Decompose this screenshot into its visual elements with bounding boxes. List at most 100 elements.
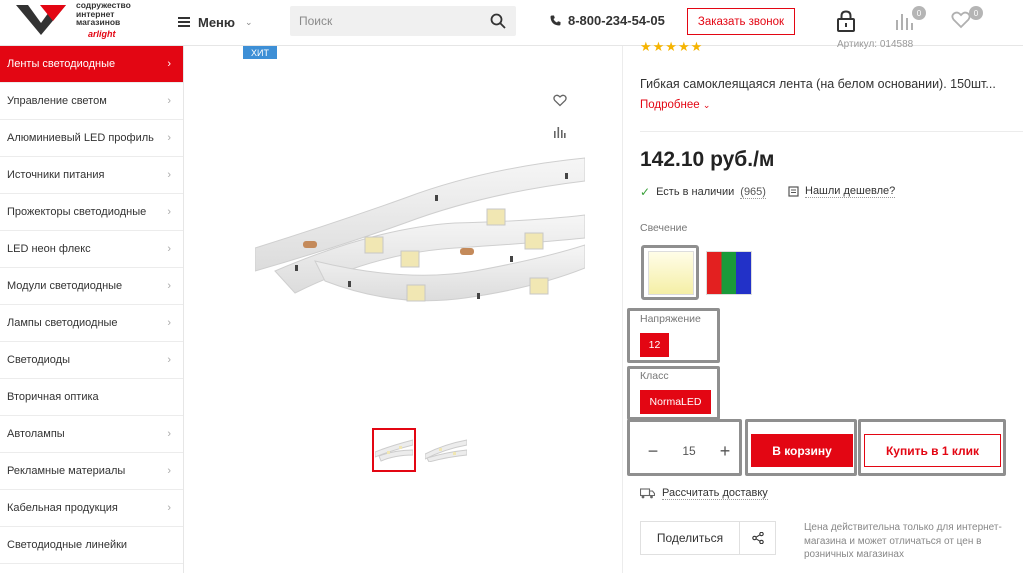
document-icon	[788, 186, 799, 197]
sidebar-item-label: Модули светодиодные	[7, 280, 123, 292]
sidebar-item-label: Рекламные материалы	[7, 465, 126, 477]
sidebar-item-label: Управление светом	[7, 95, 107, 107]
compare-icon	[896, 14, 913, 30]
phone-number: 8-800-234-54-05	[568, 13, 665, 28]
class-option-normaled[interactable]: NormaLED	[640, 390, 711, 414]
sidebar-item-auto-lamps[interactable]: Автолампы ›	[0, 416, 183, 453]
search-box	[290, 6, 516, 36]
quantity-value[interactable]: 15	[682, 444, 695, 458]
compare-count-badge: 0	[912, 6, 926, 20]
sidebar-item-label: Лампы светодиодные	[7, 317, 118, 329]
sidebar-item-label: Прожекторы светодиодные	[7, 206, 147, 218]
voltage-option-12[interactable]: 12	[640, 333, 669, 357]
delivery-calc-link[interactable]: Рассчитать доставку	[640, 487, 768, 500]
add-to-cart-button[interactable]: В корзину	[751, 434, 853, 467]
sidebar-item-modules[interactable]: Модули светодиодные ›	[0, 268, 183, 305]
search-icon[interactable]	[490, 13, 506, 29]
chevron-right-icon: ›	[167, 169, 171, 181]
sidebar-item-label: Светодиодные линейки	[7, 539, 128, 551]
share-icon-button[interactable]	[739, 522, 775, 554]
hamburger-icon	[178, 17, 190, 27]
more-label: Подробнее	[640, 99, 700, 111]
sidebar-item-label: LED неон флекс	[7, 243, 91, 255]
buy-one-click-button[interactable]: Купить в 1 клик	[864, 434, 1001, 467]
logo-text: содружество интернет магазинов	[76, 1, 131, 27]
phone[interactable]: 8-800-234-54-05	[550, 13, 665, 28]
glow-label: Свечение	[640, 222, 688, 234]
class-label: Класс	[640, 370, 669, 382]
phone-icon	[550, 15, 561, 26]
sidebar-item-neon-flex[interactable]: LED неон флекс ›	[0, 231, 183, 268]
chevron-down-icon: ⌄	[245, 16, 253, 27]
plus-icon[interactable]: +	[712, 442, 738, 460]
quantity-stepper[interactable]: − 15 +	[640, 433, 738, 469]
swatch-rgb[interactable]	[706, 251, 752, 295]
logo-brand: arlight	[88, 29, 116, 39]
menu-button[interactable]: Меню ⌄	[178, 12, 253, 32]
callback-button[interactable]: Заказать звонок	[687, 8, 795, 35]
thumbnail-2[interactable]	[424, 428, 468, 472]
voltage-label: Напряжение	[640, 313, 701, 325]
product-description: Гибкая самоклеящаяся лента (на белом осн…	[640, 77, 996, 91]
share-icon	[751, 532, 764, 544]
minus-icon[interactable]: −	[640, 442, 666, 460]
chevron-right-icon: ›	[167, 58, 171, 70]
sidebar-item-label: Кабельная продукция	[7, 502, 118, 514]
sidebar-item-light-control[interactable]: Управление светом ›	[0, 83, 183, 120]
compare-link[interactable]: 0	[894, 6, 926, 32]
divider	[622, 46, 623, 573]
search-input[interactable]	[290, 6, 480, 36]
menu-label: Меню	[198, 14, 236, 30]
rating-stars: ★★★★★	[640, 39, 704, 54]
logo-icon	[16, 5, 66, 35]
thumbnail-1[interactable]	[372, 428, 416, 472]
sidebar-item-label: Вторичная оптика	[7, 391, 99, 403]
chevron-right-icon: ›	[167, 95, 171, 107]
sidebar-item-label: Источники питания	[7, 169, 105, 181]
found-cheaper-link[interactable]: Нашли дешевле?	[788, 185, 896, 198]
chevron-right-icon: ›	[167, 132, 171, 144]
sidebar-item-floodlights[interactable]: Прожекторы светодиодные ›	[0, 194, 183, 231]
stock-status: ✓ Есть в наличии (965)	[640, 185, 766, 199]
product-image[interactable]	[255, 153, 585, 313]
sidebar-item-lamps[interactable]: Лампы светодиодные ›	[0, 305, 183, 342]
heart-icon[interactable]	[553, 94, 567, 107]
sidebar-item-power-supplies[interactable]: Источники питания ›	[0, 157, 183, 194]
chevron-right-icon: ›	[167, 465, 171, 477]
heart-icon	[951, 11, 971, 29]
sku: Артикул: 014588	[837, 39, 914, 50]
share-button[interactable]: Поделиться	[641, 522, 739, 554]
chevron-right-icon: ›	[167, 317, 171, 329]
chevron-right-icon: ›	[167, 354, 171, 366]
sidebar-item-aluminium-profile[interactable]: Алюминиевый LED профиль ›	[0, 120, 183, 157]
sidebar-item-optics[interactable]: Вторичная оптика	[0, 379, 183, 416]
sidebar-item-label: Алюминиевый LED профиль	[7, 132, 154, 144]
sidebar-item-label: Ленты светодиодные	[7, 58, 116, 70]
sidebar-item-leds[interactable]: Светодиоды ›	[0, 342, 183, 379]
share-block: Поделиться	[640, 521, 776, 555]
hit-badge: ХИТ	[243, 46, 277, 59]
favorites-link[interactable]: 0	[951, 6, 983, 32]
compare-icon[interactable]	[553, 126, 566, 138]
sidebar-item-cables[interactable]: Кабельная продукция ›	[0, 490, 183, 527]
logo-line: магазинов	[76, 17, 121, 27]
divider	[640, 131, 1023, 132]
sidebar-item-label: Светодиоды	[7, 354, 70, 366]
sidebar-item-led-strips[interactable]: Ленты светодиодные ›	[0, 46, 183, 83]
sidebar-item-led-bars[interactable]: Светодиодные линейки	[0, 527, 183, 564]
sidebar-item-promo-materials[interactable]: Рекламные материалы ›	[0, 453, 183, 490]
more-link[interactable]: Подробнее ⌄	[640, 99, 710, 111]
swatch-warm-white[interactable]	[648, 251, 694, 295]
chevron-right-icon: ›	[167, 428, 171, 440]
chevron-right-icon: ›	[167, 206, 171, 218]
thumbnail-image	[425, 439, 467, 462]
lock-icon[interactable]	[834, 10, 858, 32]
delivery-label: Рассчитать доставку	[662, 487, 768, 500]
chevron-down-icon: ⌄	[702, 100, 711, 110]
stock-count[interactable]: (965)	[740, 186, 766, 199]
sidebar-item-label: Автолампы	[7, 428, 65, 440]
chevron-right-icon: ›	[167, 502, 171, 514]
price: 142.10 руб./м	[640, 148, 775, 171]
logo[interactable]: содружество интернет магазинов arlight	[8, 0, 168, 44]
found-cheaper-label: Нашли дешевле?	[805, 185, 896, 198]
